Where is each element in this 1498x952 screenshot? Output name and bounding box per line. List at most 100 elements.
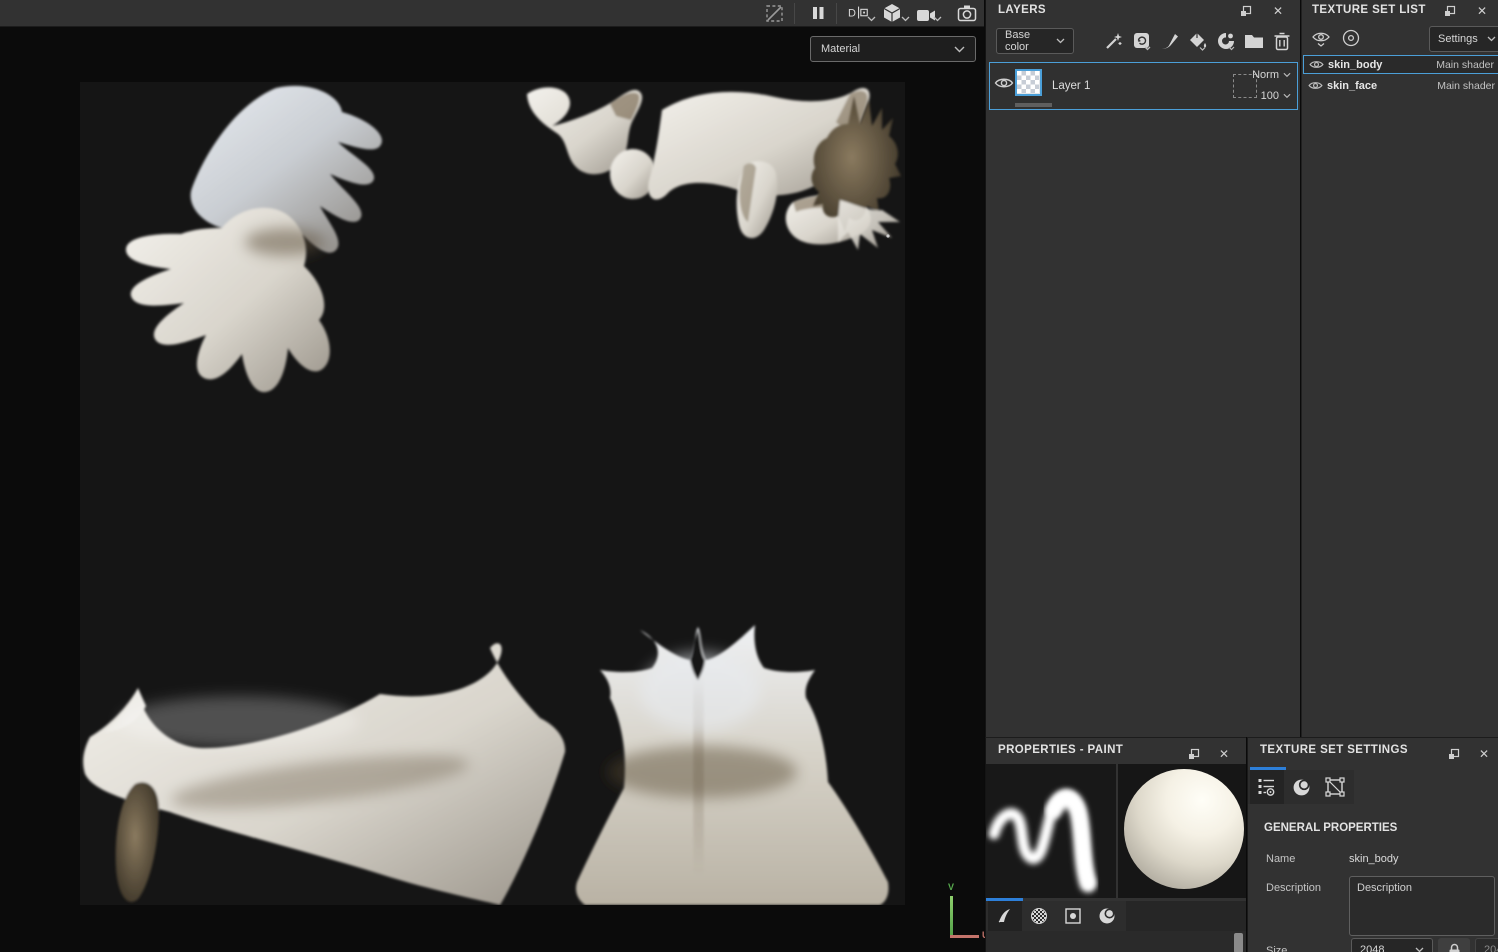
settings-tabstrip (1248, 770, 1354, 804)
add-paint-layer-icon[interactable] (1159, 30, 1181, 52)
gizmo-u-axis (950, 935, 979, 938)
tab-alpha[interactable] (1022, 901, 1056, 931)
eye-icon[interactable] (1308, 80, 1323, 91)
texture-set-row-skin-face[interactable]: skin_face Main shader (1303, 76, 1498, 95)
viewport-toolbar: D (0, 0, 984, 27)
settings-dropdown[interactable]: Settings (1429, 26, 1498, 52)
tab-mesh[interactable] (1318, 770, 1352, 804)
description-label: Description (1266, 882, 1321, 894)
properties-paint-panel: PROPERTIES - PAINT ✕ (985, 737, 1246, 952)
opacity-value: 100 (1261, 90, 1279, 102)
properties-paint-header: PROPERTIES - PAINT ✕ (986, 738, 1246, 764)
brush-stroke-preview[interactable] (986, 764, 1116, 898)
undock-panel-icon[interactable] (1442, 3, 1458, 19)
properties-tabstrip (986, 901, 1246, 931)
layer-row[interactable]: Layer 1 Norm 100 (989, 62, 1298, 110)
settings-tab-icon (1257, 777, 1277, 797)
undock-panel-icon[interactable] (1446, 746, 1462, 762)
texture-set-name: skin_face (1327, 80, 1377, 92)
toolbar-divider (836, 3, 837, 24)
add-fill-layer-icon[interactable] (1131, 30, 1153, 52)
smart-material-icon[interactable] (1215, 30, 1237, 52)
texture-set-shader: Main shader (1436, 59, 1494, 71)
size-lock-button[interactable] (1438, 938, 1470, 952)
material-preview-sphere (1124, 769, 1244, 889)
size-label: Size (1266, 945, 1287, 952)
description-field[interactable] (1349, 876, 1495, 936)
delete-trash-icon[interactable] (1271, 30, 1293, 52)
name-value[interactable]: skin_body (1349, 853, 1399, 865)
chevron-down-icon (1283, 72, 1291, 78)
layer-name[interactable]: Layer 1 (1052, 80, 1090, 92)
tab-brush[interactable] (988, 901, 1022, 931)
gizmo-v-label: V (948, 882, 954, 892)
chevron-down-icon (1056, 38, 1065, 44)
blend-mode-dropdown[interactable]: Norm (1252, 69, 1291, 81)
solo-eye-icon[interactable] (1340, 27, 1362, 49)
camera-view-icon[interactable] (915, 4, 937, 26)
settings-dropdown-label: Settings (1438, 33, 1478, 45)
texture-set-list-title: TEXTURE SET LIST (1312, 4, 1426, 16)
undock-panel-icon[interactable] (1186, 746, 1202, 762)
properties-paint-title: PROPERTIES - PAINT (998, 744, 1123, 756)
uv-axis-gizmo: V U (942, 882, 984, 944)
texture-set-name: skin_body (1328, 59, 1382, 71)
selection-disabled-icon[interactable] (763, 2, 785, 24)
layer-visibility-eye-icon[interactable] (994, 76, 1014, 95)
close-icon[interactable]: ✕ (1476, 746, 1492, 762)
layers-panel-header: LAYERS ✕ (986, 0, 1300, 22)
material-mode-dropdown[interactable]: Material (810, 36, 976, 62)
screenshot-camera-icon[interactable] (956, 2, 978, 24)
layers-panel: LAYERS ✕ Base color (985, 0, 1300, 737)
group-folder-icon[interactable] (1243, 30, 1265, 52)
tab-general-settings[interactable] (1250, 770, 1284, 804)
brush-tab-icon (996, 907, 1014, 925)
viewport-2d-uv[interactable]: D (0, 0, 984, 952)
stencil-tab-icon (1064, 907, 1082, 925)
blend-mode-label: Norm (1252, 69, 1279, 81)
eye-icon[interactable] (1309, 59, 1324, 70)
toolbar-divider (794, 3, 795, 24)
fill-bucket-icon[interactable] (1187, 30, 1209, 52)
chevron-down-icon (1487, 36, 1496, 42)
channel-dropdown-label: Base color (1005, 29, 1056, 53)
close-icon[interactable]: ✕ (1270, 3, 1286, 19)
size-value: 2048 (1360, 944, 1384, 952)
visibility-cycle-eye-icon[interactable] (1310, 27, 1332, 49)
size-dropdown[interactable]: 2048 (1351, 938, 1433, 952)
layer-thumbnail[interactable] (1015, 69, 1042, 96)
texture-set-shader: Main shader (1437, 80, 1495, 92)
layer-thumbnail-bar (1015, 103, 1052, 107)
channel-dropdown[interactable]: Base color (996, 28, 1074, 54)
uv-islands-art (80, 82, 905, 905)
tab-material[interactable] (1090, 901, 1124, 931)
properties-content-cut (986, 931, 1246, 952)
alpha-tab-icon (1030, 907, 1048, 925)
uv-canvas[interactable] (80, 82, 905, 905)
gizmo-v-axis (950, 896, 953, 938)
vertical-scrollbar[interactable] (1234, 933, 1243, 952)
general-properties-heading: GENERAL PROPERTIES (1264, 822, 1397, 834)
shading-mode-cube-icon[interactable] (881, 2, 903, 24)
texture-set-list-header: TEXTURE SET LIST ✕ (1302, 0, 1498, 22)
tab-material-sphere[interactable] (1284, 770, 1318, 804)
chevron-down-icon (954, 46, 965, 53)
size-height-locked-value: 2048 (1475, 938, 1498, 952)
svg-text:D: D (848, 8, 856, 20)
texture-set-row-skin-body[interactable]: skin_body Main shader (1303, 55, 1498, 74)
chevron-down-icon (901, 16, 910, 22)
chevron-down-icon (867, 16, 876, 22)
tab-stencil[interactable] (1056, 901, 1090, 931)
texture-set-list-panel: TEXTURE SET LIST ✕ Settings skin_body Ma… (1301, 0, 1498, 737)
chevron-down-icon (1283, 93, 1291, 99)
undock-panel-icon[interactable] (1238, 3, 1254, 19)
material-mode-label: Material (821, 43, 860, 55)
mesh-tab-icon (1325, 777, 1345, 797)
pause-icon[interactable] (807, 2, 829, 24)
add-effect-wand-icon[interactable] (1103, 30, 1125, 52)
opacity-dropdown[interactable]: 100 (1261, 90, 1291, 102)
close-icon[interactable]: ✕ (1216, 746, 1232, 762)
layers-panel-title: LAYERS (998, 4, 1046, 16)
close-icon[interactable]: ✕ (1474, 3, 1490, 19)
material-preview-tile[interactable] (1118, 764, 1246, 898)
